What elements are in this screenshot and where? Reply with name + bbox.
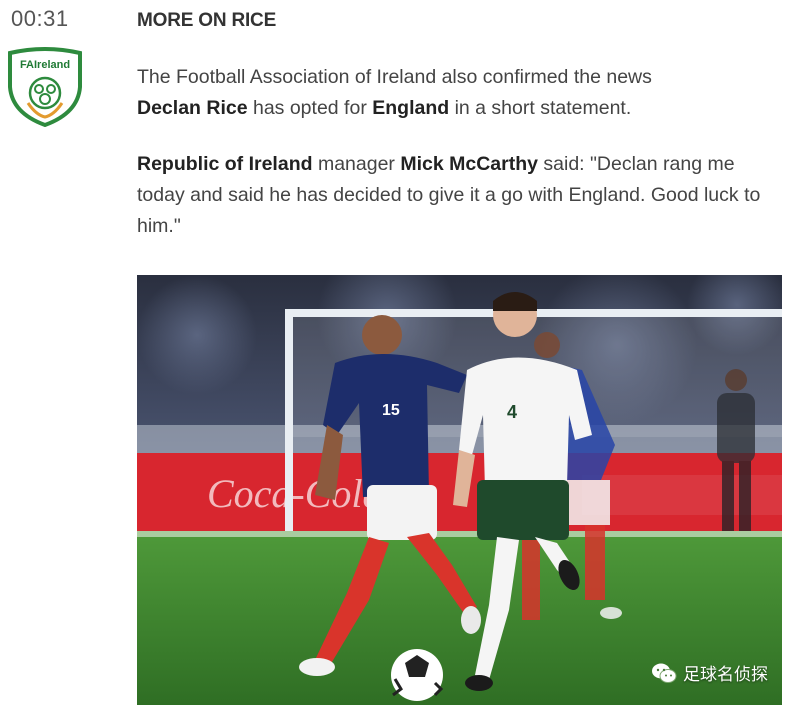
paragraph-statement: The Football Association of Ireland also… bbox=[137, 62, 787, 124]
post-timestamp: 00:31 bbox=[11, 6, 69, 31]
p1-text-2: has opted for bbox=[247, 97, 373, 119]
player-name: Declan Rice bbox=[137, 97, 248, 119]
match-photo: Coca-Cola 15 4 足球名侦探 bbox=[137, 275, 782, 705]
sponsor-board-text: Coca-Cola bbox=[207, 471, 383, 516]
p1-text-1: The Football Association of Ireland also… bbox=[137, 66, 652, 88]
manager-name: Mick McCarthy bbox=[400, 153, 538, 175]
post-heading: MORE ON RICE bbox=[137, 10, 277, 31]
player-ireland-number: 4 bbox=[507, 402, 517, 422]
wechat-icon bbox=[652, 663, 677, 683]
player-france-number: 15 bbox=[382, 402, 400, 419]
team-name: Republic of Ireland bbox=[137, 153, 313, 175]
wechat-watermark: 足球名侦探 bbox=[651, 660, 768, 685]
fai-ireland-crest-icon: FAIreland bbox=[6, 47, 84, 128]
crest-text: FAIreland bbox=[20, 59, 70, 71]
football-icon bbox=[391, 649, 444, 701]
paragraph-quote: Republic of Ireland manager Mick McCarth… bbox=[137, 149, 787, 242]
country-name: England bbox=[372, 97, 450, 119]
p2-text-1: manager bbox=[312, 153, 401, 175]
watermark-text: 足球名侦探 bbox=[683, 665, 768, 685]
p1-text-3: in a short statement. bbox=[449, 97, 632, 119]
